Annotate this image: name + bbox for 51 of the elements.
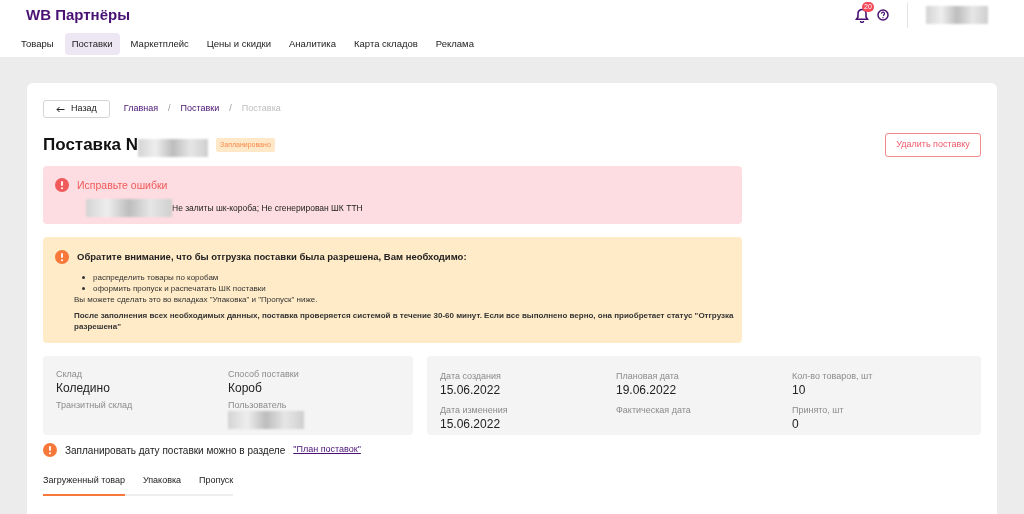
plan-link[interactable]: "План поставок" bbox=[293, 443, 361, 457]
nav-tab[interactable]: Цены и скидки bbox=[199, 33, 278, 56]
breadcrumb-separator: / bbox=[229, 102, 232, 116]
warning-note: Вы можете сделать это во вкладках "Упаковка" и "Пропуск" ниже. bbox=[74, 293, 319, 305]
field-label: Дата создания bbox=[440, 369, 502, 382]
tab[interactable]: Пропуск bbox=[199, 473, 234, 496]
plan-hint: Запланировать дату поставки можно в разделе bbox=[65, 443, 286, 458]
alert-icon bbox=[43, 443, 57, 457]
alert-icon bbox=[55, 249, 69, 264]
field-value: Коледино bbox=[56, 379, 111, 396]
help-icon[interactable] bbox=[877, 9, 889, 21]
logo: WB Партнёры bbox=[26, 4, 130, 25]
field-label: Дата изменения bbox=[440, 403, 509, 416]
field-value: 15.06.2022 bbox=[440, 415, 502, 432]
breadcrumb-link[interactable]: Главная bbox=[123, 102, 159, 116]
field-label: Склад bbox=[56, 367, 84, 380]
nav-tab[interactable]: Аналитика bbox=[282, 33, 344, 56]
field-value: 15.06.2022 bbox=[440, 381, 502, 398]
arrow-left-icon bbox=[56, 105, 65, 113]
redacted-block bbox=[138, 138, 209, 157]
field-value: Короб bbox=[228, 379, 263, 396]
nav-tab[interactable]: Реклама bbox=[428, 33, 481, 56]
page-title: Поставка N bbox=[43, 134, 139, 156]
error-title: Исправьте ошибки bbox=[77, 177, 168, 193]
field-value: 0 bbox=[792, 415, 800, 432]
field-label: Плановая дата bbox=[616, 369, 680, 382]
back-button[interactable]: Назад bbox=[43, 100, 110, 118]
tab[interactable]: Загруженный товар bbox=[43, 473, 125, 496]
tab[interactable]: Упаковка bbox=[142, 473, 182, 496]
field-label: Транзитный склад bbox=[56, 398, 134, 411]
field-label: Принято, шт bbox=[792, 403, 845, 416]
field-value: 19.06.2022 bbox=[616, 381, 678, 398]
nav-tab[interactable]: Поставки bbox=[64, 33, 120, 56]
error-message: Не залиты шк-короба; Не сгенерирован ШК ТТН bbox=[172, 201, 363, 215]
field-value: 10 bbox=[792, 381, 807, 398]
field-label: Кол-во товаров, шт bbox=[792, 369, 874, 382]
field-label: Пользователь bbox=[228, 398, 288, 411]
warning-title: Обратите внимание, что бы отгрузка поставки была разрешена, Вам необходимо: bbox=[77, 249, 467, 264]
alert-icon bbox=[55, 178, 69, 193]
nav-tab[interactable]: Товары bbox=[14, 33, 61, 56]
warning-list-item: распределить товары по коробам bbox=[93, 271, 219, 283]
field-label: Фактическая дата bbox=[616, 403, 692, 416]
breadcrumb-link[interactable]: Поставки bbox=[180, 102, 220, 116]
nav-tab[interactable]: Карта складов bbox=[347, 33, 425, 56]
redacted-block bbox=[926, 6, 988, 24]
warning-list-item: оформить пропуск и распечатать ШК поставки bbox=[93, 282, 266, 294]
nav-tab[interactable]: Маркетплейс bbox=[123, 33, 196, 56]
field-label: Способ поставки bbox=[228, 367, 300, 380]
warning-footer: После заполнения всех необходимых данных, поставка проверяется системой в течение 30-60 минут. Если все выполнено верно, она приобретает статус "Отгрузка разрешена" bbox=[74, 309, 734, 332]
breadcrumb-separator: / bbox=[168, 102, 171, 116]
bell-icon[interactable] bbox=[855, 7, 869, 23]
